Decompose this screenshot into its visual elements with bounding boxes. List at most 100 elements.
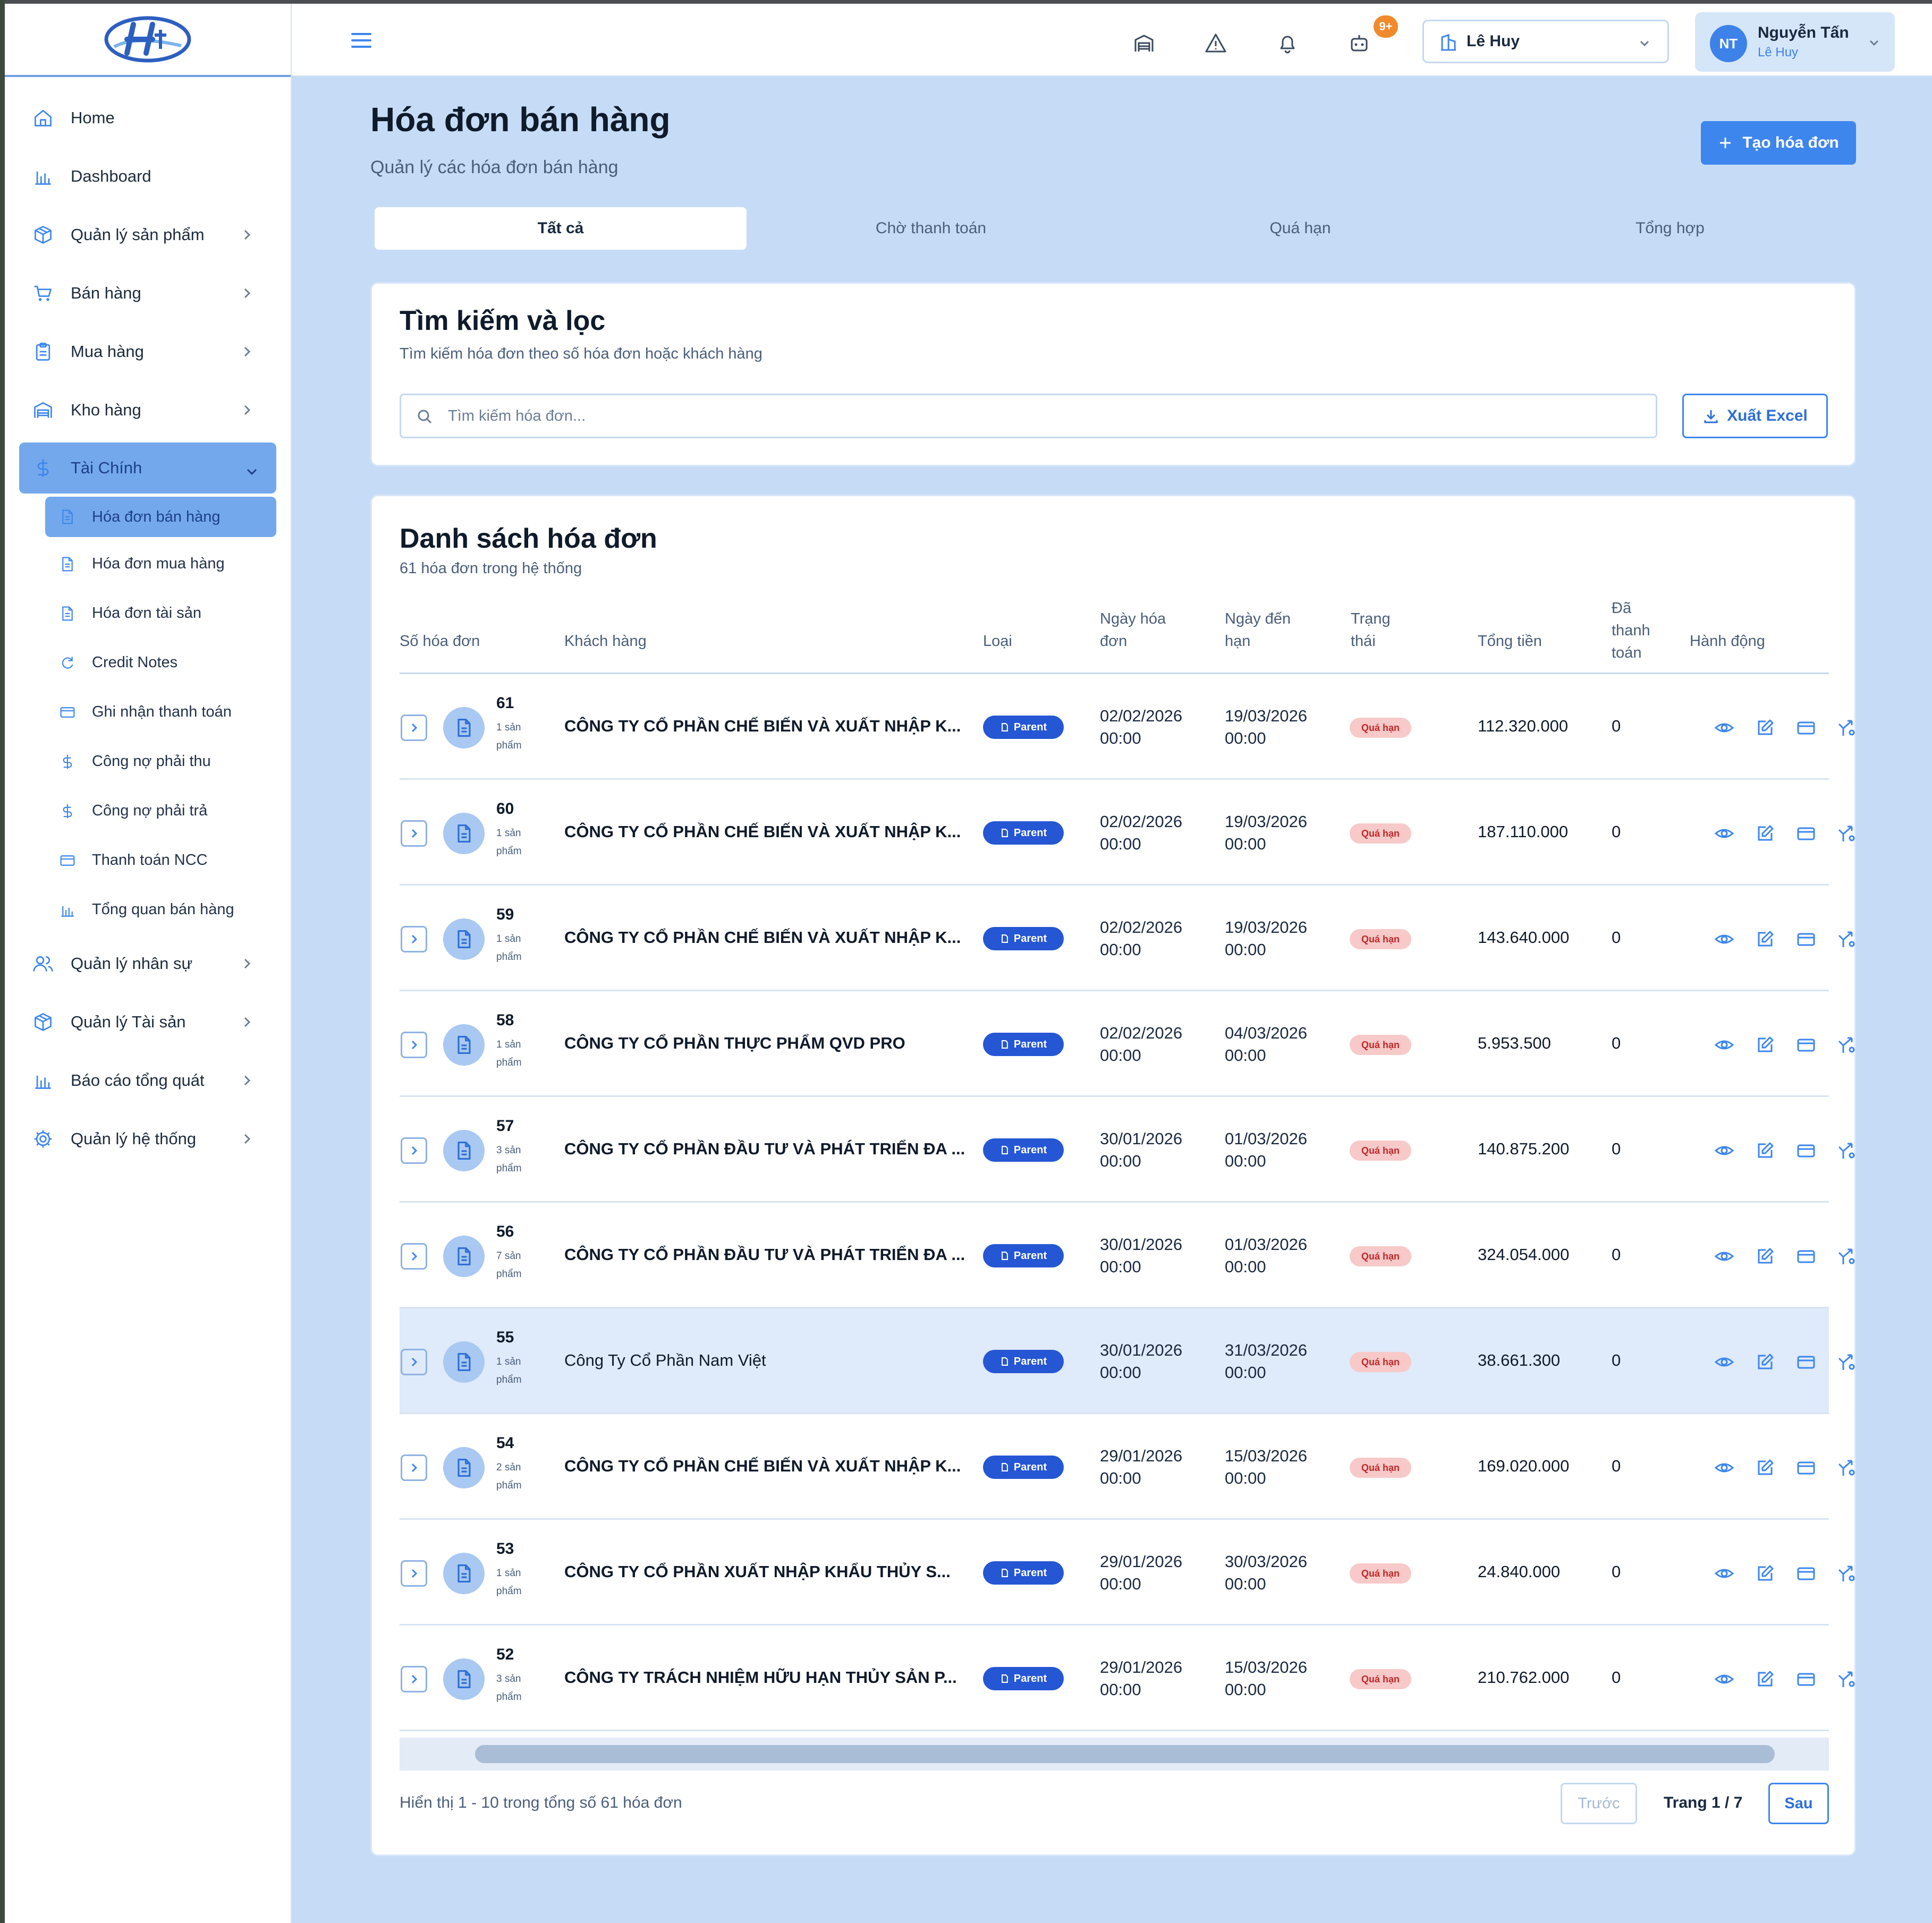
edit-icon[interactable] xyxy=(1755,1035,1775,1055)
edit-icon[interactable] xyxy=(1755,718,1775,738)
edit-icon[interactable] xyxy=(1755,1563,1775,1584)
invoice-number[interactable]: 60 xyxy=(496,800,514,818)
next-page-button[interactable]: Sau xyxy=(1768,1783,1829,1824)
sidebar-item-kho-hang[interactable]: Kho hàng xyxy=(5,381,291,439)
table-row[interactable]: 57 3 sản phẩm CÔNG TY CỔ PHẦN ĐẦU TƯ VÀ PH… xyxy=(400,1097,1855,1203)
tab-awaiting-payment[interactable]: Chờ thanh toán xyxy=(745,207,1117,250)
invoice-number[interactable]: 53 xyxy=(496,1540,514,1558)
sidebar-item-dashboard[interactable]: Dashboard xyxy=(5,147,291,206)
view-icon[interactable] xyxy=(1714,1352,1734,1372)
edit-icon[interactable] xyxy=(1755,1669,1775,1689)
view-icon[interactable] xyxy=(1714,929,1734,949)
edit-icon[interactable] xyxy=(1755,1458,1775,1478)
sidebar-subitem-thanh-toan-ncc[interactable]: Thanh toán NCC xyxy=(5,836,291,885)
payment-card-icon[interactable] xyxy=(1796,823,1816,844)
expand-row-button[interactable] xyxy=(401,1349,427,1375)
expand-row-button[interactable] xyxy=(401,926,427,952)
invoice-number[interactable]: 56 xyxy=(496,1223,514,1241)
expand-row-button[interactable] xyxy=(401,1137,427,1164)
sidebar-item-bao-cao-tong-quat[interactable]: Báo cáo tổng quát xyxy=(5,1051,291,1110)
expand-row-button[interactable] xyxy=(401,1032,427,1058)
sidebar-item-tai-chinh[interactable]: Tài Chính xyxy=(19,443,276,493)
payment-card-icon[interactable] xyxy=(1796,1458,1816,1478)
split-icon[interactable] xyxy=(1837,1352,1857,1372)
payment-card-icon[interactable] xyxy=(1796,1141,1816,1161)
view-icon[interactable] xyxy=(1714,823,1734,844)
edit-icon[interactable] xyxy=(1755,1141,1775,1161)
sidebar-subitem-ghi-nhan-thanh-toan[interactable]: Ghi nhận thanh toán xyxy=(5,687,291,737)
edit-icon[interactable] xyxy=(1755,929,1775,949)
invoice-number[interactable]: 57 xyxy=(496,1117,514,1135)
view-icon[interactable] xyxy=(1714,1563,1734,1584)
invoice-number[interactable]: 61 xyxy=(496,694,514,712)
view-icon[interactable] xyxy=(1714,718,1734,738)
edit-icon[interactable] xyxy=(1755,1352,1775,1372)
sidebar-item-ban-hang[interactable]: Bán hàng xyxy=(5,264,291,322)
bell-icon[interactable] xyxy=(1276,31,1299,55)
split-icon[interactable] xyxy=(1837,1246,1857,1266)
sidebar-subitem-hoa-don-mua-hang[interactable]: Hóa đơn mua hàng xyxy=(5,539,291,589)
payment-card-icon[interactable] xyxy=(1796,1035,1816,1055)
create-invoice-button[interactable]: Tạo hóa đơn xyxy=(1701,121,1856,165)
table-row[interactable]: 58 1 sản phẩm CÔNG TY CỔ PHẦN THỰC PHẨM QV… xyxy=(400,991,1855,1097)
warehouse-icon[interactable] xyxy=(1132,31,1156,55)
invoice-number[interactable]: 58 xyxy=(496,1011,514,1029)
tab-all[interactable]: Tất cả xyxy=(375,207,747,250)
sidebar-item-mua-hang[interactable]: Mua hàng xyxy=(5,322,291,381)
split-icon[interactable] xyxy=(1837,1669,1857,1689)
table-row[interactable]: 59 1 sản phẩm CÔNG TY CỔ PHẦN CHẾ BIẾN VÀ … xyxy=(400,886,1855,991)
expand-row-button[interactable] xyxy=(401,820,427,847)
split-icon[interactable] xyxy=(1837,1035,1857,1055)
table-row[interactable]: 55 1 sản phẩm Công Ty Cổ Phần Nam Việt Pare… xyxy=(400,1308,1855,1414)
table-row[interactable]: 53 1 sản phẩm CÔNG TY CỔ PHẦN XUẤT NHẬP KH… xyxy=(400,1520,1855,1626)
expand-row-button[interactable] xyxy=(401,1243,427,1270)
split-icon[interactable] xyxy=(1837,929,1857,949)
table-row[interactable]: 61 1 sản phẩm CÔNG TY CỔ PHẦN CHẾ BIẾN VÀ … xyxy=(400,674,1855,780)
table-row[interactable]: 52 3 sản phẩm CÔNG TY TRÁCH NHIỆM HỮU HẠN … xyxy=(400,1626,1855,1731)
user-menu[interactable]: NT Nguyễn Tấn Lê Huy xyxy=(1695,12,1895,72)
split-icon[interactable] xyxy=(1837,823,1857,844)
view-icon[interactable] xyxy=(1714,1458,1734,1478)
branch-select[interactable]: Lê Huy xyxy=(1422,20,1669,63)
split-icon[interactable] xyxy=(1837,1141,1857,1161)
sidebar-item-quan-ly-he-thong[interactable]: Quản lý hệ thống xyxy=(5,1110,291,1168)
sidebar-subitem-hoa-don-ban-hang[interactable]: Hóa đơn bán hàng xyxy=(45,497,276,537)
sidebar-subitem-cong-no-phai-thu[interactable]: Công nợ phải thu xyxy=(5,737,291,786)
split-icon[interactable] xyxy=(1837,718,1857,738)
sidebar-subitem-tong-quan-ban-hang[interactable]: Tổng quan bán hàng xyxy=(5,885,291,934)
tab-overdue[interactable]: Quá hạn xyxy=(1114,207,1486,250)
view-icon[interactable] xyxy=(1714,1669,1734,1689)
view-icon[interactable] xyxy=(1714,1035,1734,1055)
payment-card-icon[interactable] xyxy=(1796,929,1816,949)
split-icon[interactable] xyxy=(1837,1563,1857,1584)
invoice-number[interactable]: 59 xyxy=(496,906,514,924)
expand-row-button[interactable] xyxy=(401,714,427,741)
expand-row-button[interactable] xyxy=(401,1666,427,1692)
view-icon[interactable] xyxy=(1714,1141,1734,1161)
table-row[interactable]: 54 2 sản phẩm CÔNG TY CỔ PHẦN CHẾ BIẾN VÀ … xyxy=(400,1414,1855,1520)
sidebar-subitem-hoa-don-tai-san[interactable]: Hóa đơn tài sản xyxy=(5,589,291,638)
split-icon[interactable] xyxy=(1837,1458,1857,1478)
table-row[interactable]: 56 7 sản phẩm CÔNG TY CỔ PHẦN ĐẦU TƯ VÀ PH… xyxy=(400,1203,1855,1308)
search-input[interactable]: Tìm kiếm hóa đơn... xyxy=(400,394,1657,438)
view-icon[interactable] xyxy=(1714,1246,1734,1266)
sidebar-subitem-credit-notes[interactable]: Credit Notes xyxy=(5,638,291,687)
horizontal-scrollbar[interactable] xyxy=(400,1738,1829,1771)
edit-icon[interactable] xyxy=(1755,1246,1775,1266)
payment-card-icon[interactable] xyxy=(1796,1352,1816,1372)
sidebar-item-quan-ly-san-pham[interactable]: Quản lý sản phẩm xyxy=(5,206,291,264)
invoice-number[interactable]: 54 xyxy=(496,1434,514,1452)
tab-summary[interactable]: Tổng hợp xyxy=(1484,207,1856,250)
prev-page-button[interactable]: Trước xyxy=(1561,1783,1637,1824)
payment-card-icon[interactable] xyxy=(1796,718,1816,738)
invoice-number[interactable]: 55 xyxy=(496,1329,514,1347)
menu-icon[interactable] xyxy=(349,28,374,53)
scrollbar-thumb[interactable] xyxy=(475,1745,1775,1763)
expand-row-button[interactable] xyxy=(401,1560,427,1587)
table-row[interactable]: 60 1 sản phẩm CÔNG TY CỔ PHẦN CHẾ BIẾN VÀ … xyxy=(400,780,1855,886)
warning-icon[interactable] xyxy=(1204,31,1227,55)
sidebar-subitem-cong-no-phai-tra[interactable]: Công nợ phải trả xyxy=(5,786,291,836)
sidebar-item-quan-ly-nhan-su[interactable]: Quản lý nhân sự xyxy=(5,934,291,993)
expand-row-button[interactable] xyxy=(401,1454,427,1481)
company-logo[interactable] xyxy=(104,14,192,65)
